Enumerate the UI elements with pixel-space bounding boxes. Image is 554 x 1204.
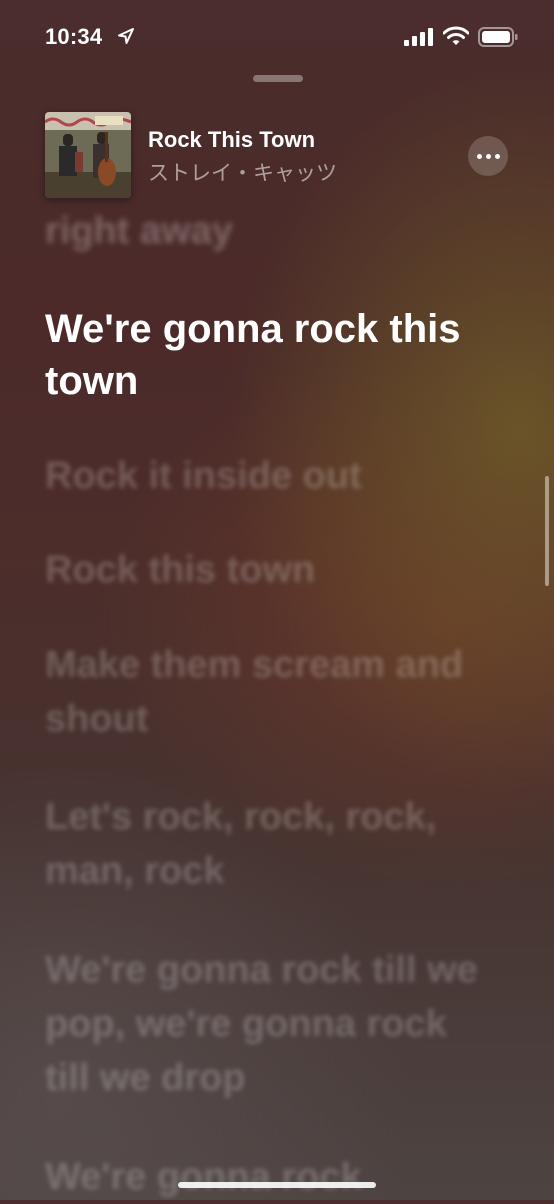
ellipsis-icon <box>476 153 482 159</box>
lyric-line[interactable]: Rock this town <box>45 543 485 597</box>
status-bar: 10:34 <box>0 0 554 70</box>
song-artist[interactable]: ストレイ・キャッツ <box>148 157 337 187</box>
song-title[interactable]: Rock This Town <box>148 127 315 153</box>
lyric-line[interactable]: We're gonna rock till we pop, we're gonn… <box>45 943 485 1105</box>
lyric-line[interactable]: Let's rock, rock, rock, man, rock <box>45 790 485 898</box>
sheet-grabber[interactable] <box>253 75 303 82</box>
battery-icon <box>478 27 518 47</box>
more-options-button[interactable] <box>468 136 508 176</box>
location-arrow-icon <box>118 28 134 44</box>
lyric-line-current[interactable]: We're gonna rock this town <box>45 303 485 407</box>
home-indicator[interactable] <box>178 1182 376 1188</box>
wifi-icon <box>443 26 469 45</box>
cellular-signal-icon <box>404 28 433 46</box>
album-artwork[interactable] <box>45 112 131 198</box>
lyric-line[interactable]: Make them scream and shout <box>45 638 485 746</box>
lyric-line[interactable]: Rock it inside out <box>45 449 485 503</box>
scroll-indicator[interactable] <box>545 476 549 586</box>
status-time: 10:34 <box>45 24 103 49</box>
lyric-line-previous[interactable]: right away <box>45 208 233 254</box>
lyric-line[interactable]: We're gonna rock <box>45 1150 485 1204</box>
